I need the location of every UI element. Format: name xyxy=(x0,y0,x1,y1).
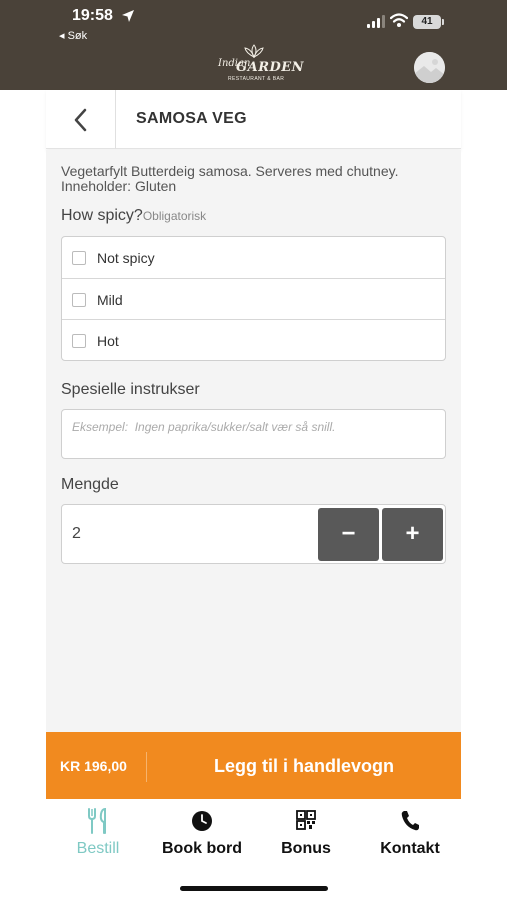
checkbox[interactable] xyxy=(72,334,86,348)
fork-knife-icon xyxy=(88,808,106,834)
divider xyxy=(146,752,147,782)
spicy-question-text: How spicy? xyxy=(61,207,143,224)
quantity-value[interactable]: 2 xyxy=(72,525,81,543)
instructions-input[interactable] xyxy=(61,409,446,459)
plus-icon: + xyxy=(405,520,420,547)
logo-main-text: GARDEN xyxy=(236,60,305,75)
option-label: Mild xyxy=(97,292,123,308)
back-to-app-link[interactable]: ◂ Søk xyxy=(59,29,87,42)
option-not-spicy[interactable]: Not spicy xyxy=(62,237,445,278)
nav-label: Kontakt xyxy=(380,840,440,857)
logo-subtitle: RESTAURANT & BAR xyxy=(228,76,285,82)
nav-item-kontakt[interactable]: Kontakt xyxy=(358,808,462,858)
home-indicator[interactable] xyxy=(180,886,328,891)
option-label: Not spicy xyxy=(97,250,155,266)
qr-code-icon xyxy=(296,810,316,830)
instructions-label: Spesielle instrukser xyxy=(61,381,200,398)
page-title: SAMOSA VEG xyxy=(136,110,247,127)
quantity-label: Mengde xyxy=(61,476,119,493)
item-description: Vegetarfylt Butterdeig samosa. Serveres … xyxy=(61,163,399,194)
increase-quantity-button[interactable]: + xyxy=(382,508,443,561)
battery-icon: 41 xyxy=(413,15,444,29)
required-note: Obligatorisk xyxy=(142,209,207,223)
option-hot[interactable]: Hot xyxy=(62,319,445,360)
avatar-placeholder-icon xyxy=(414,52,445,83)
back-button[interactable] xyxy=(46,90,116,149)
checkbox[interactable] xyxy=(72,293,86,307)
nav-item-bonus[interactable]: Bonus xyxy=(254,808,358,858)
item-details: Vegetarfylt Butterdeig samosa. Serveres … xyxy=(46,150,461,732)
decrease-quantity-button[interactable]: − xyxy=(318,508,379,561)
nav-label: Bestill xyxy=(76,840,120,857)
item-price: KR 196,00 xyxy=(60,758,127,774)
clock-icon xyxy=(192,811,212,831)
item-header: SAMOSA VEG xyxy=(46,90,461,149)
restaurant-logo: Indian GARDEN RESTAURANT & BAR xyxy=(214,44,304,86)
phone-icon xyxy=(401,811,419,831)
location-arrow-icon xyxy=(122,10,134,22)
bottom-nav: Bestill Book bord Bonus Kontakt xyxy=(46,800,461,870)
cellular-signal-icon xyxy=(367,15,385,28)
nav-item-book-bord[interactable]: Book bord xyxy=(150,808,254,858)
nav-item-bestill[interactable]: Bestill xyxy=(46,808,150,858)
add-to-cart-button[interactable]: Legg til i handlevogn xyxy=(214,756,394,777)
checkbox[interactable] xyxy=(72,251,86,265)
nav-label: Bonus xyxy=(281,840,331,857)
option-label: Hot xyxy=(97,333,119,349)
spicy-question: How spicy?Obligatorisk xyxy=(61,207,206,225)
quantity-stepper: 2 − + xyxy=(61,504,446,564)
status-time: 19:58 xyxy=(72,7,113,24)
wifi-icon xyxy=(390,13,408,27)
option-mild[interactable]: Mild xyxy=(62,278,445,319)
nav-label: Book bord xyxy=(162,840,242,857)
chevron-left-icon xyxy=(74,108,87,132)
spicy-options: Not spicy Mild Hot xyxy=(61,236,446,361)
app-header: 19:58 ◂ Søk 41 Indian GARDEN RESTAURANT … xyxy=(0,0,507,90)
add-to-cart-bar[interactable]: KR 196,00 Legg til i handlevogn xyxy=(46,732,461,799)
lotus-icon xyxy=(244,44,264,58)
profile-avatar[interactable] xyxy=(414,52,445,83)
minus-icon: − xyxy=(341,520,356,547)
